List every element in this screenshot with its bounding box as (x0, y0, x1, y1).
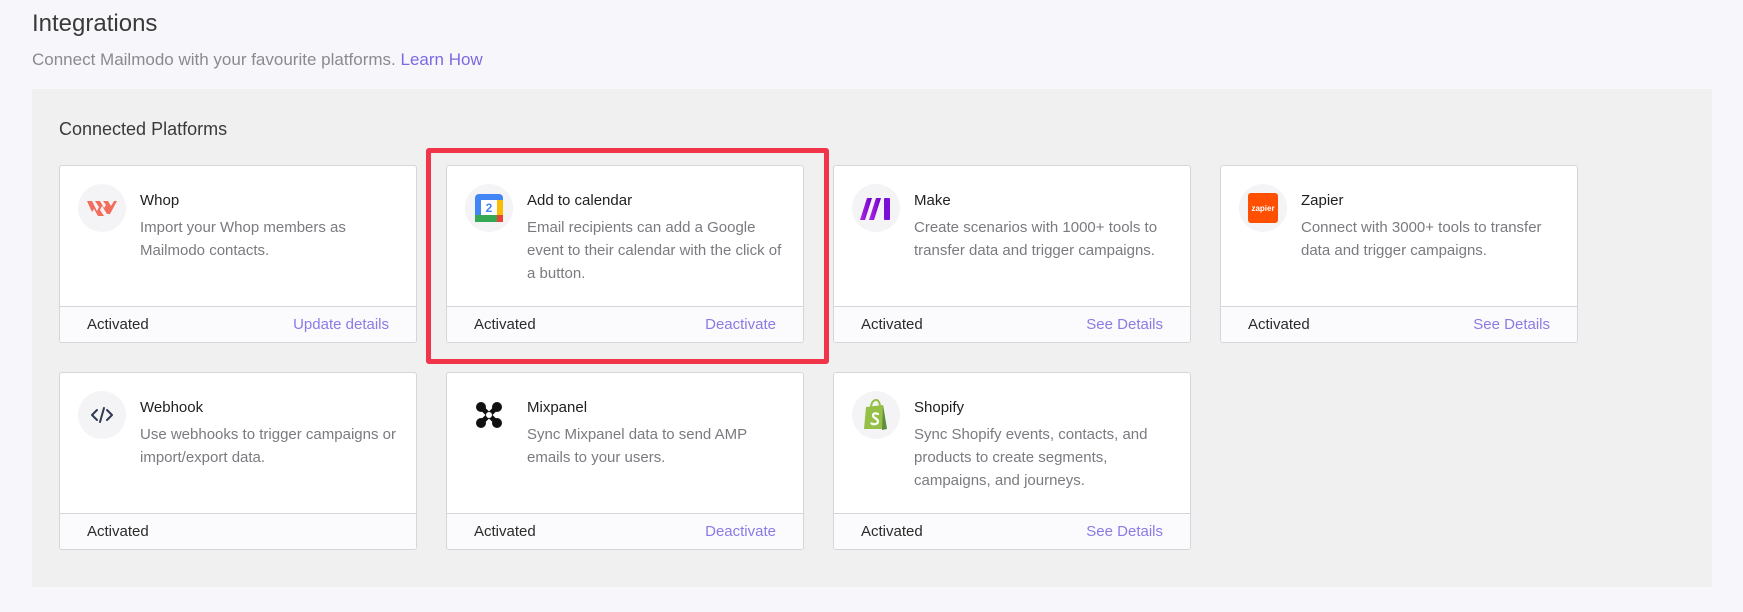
card-name: Make (914, 192, 951, 209)
integration-card-make: Make Create scenarios with 1000+ tools t… (833, 165, 1191, 343)
integrations-page: Integrations Connect Mailmodo with your … (0, 0, 1743, 612)
card-footer: Activated (60, 513, 416, 549)
integration-card-shopify: Shopify Sync Shopify events, contacts, a… (833, 372, 1191, 550)
learn-how-link[interactable]: Learn How (401, 50, 483, 69)
google-calendar-icon: 2 (465, 184, 513, 232)
card-description: Sync Mixpanel data to send AMP emails to… (527, 426, 747, 466)
card-name: Add to calendar (527, 192, 633, 209)
zapier-icon-text: zapier (1251, 204, 1274, 213)
card-description: Connect with 3000+ tools to transfer dat… (1301, 219, 1542, 259)
page-title: Integrations (32, 10, 158, 37)
integration-card-add-to-calendar: 2 Add to calendar Email recipients can a… (446, 165, 804, 343)
zapier-logo-icon: zapier (1239, 184, 1287, 232)
see-details-link[interactable]: See Details (1086, 523, 1163, 540)
deactivate-link[interactable]: Deactivate (705, 523, 776, 540)
mixpanel-logo-icon (465, 391, 513, 439)
card-footer: Activated Update details (60, 306, 416, 342)
card-name: Zapier (1301, 192, 1344, 209)
status-label: Activated (87, 523, 149, 540)
deactivate-link[interactable]: Deactivate (705, 316, 776, 333)
shopify-logo-icon (852, 391, 900, 439)
integration-card-mixpanel: Mixpanel Sync Mixpanel data to send AMP … (446, 372, 804, 550)
make-logo-icon (852, 184, 900, 232)
card-description: Import your Whop members as Mailmodo con… (140, 219, 346, 259)
update-details-link[interactable]: Update details (293, 316, 389, 333)
card-description: Email recipients can add a Google event … (527, 219, 782, 282)
card-description: Create scenarios with 1000+ tools to tra… (914, 219, 1158, 259)
status-label: Activated (87, 316, 149, 333)
card-name: Webhook (140, 399, 204, 416)
card-description: Sync Shopify events, contacts, and produ… (914, 426, 1148, 489)
calendar-icon-text: 2 (486, 201, 493, 215)
page-subtitle: Connect Mailmodo with your favourite pla… (32, 50, 483, 70)
status-label: Activated (861, 316, 923, 333)
subtitle-text: Connect Mailmodo with your favourite pla… (32, 50, 396, 69)
card-name: Whop (140, 192, 180, 209)
status-label: Activated (861, 523, 923, 540)
card-footer: Activated See Details (834, 306, 1190, 342)
status-label: Activated (474, 316, 536, 333)
integration-card-whop: Whop Import your Whop members as Mailmod… (59, 165, 417, 343)
status-label: Activated (1248, 316, 1310, 333)
integration-card-zapier: zapier Zapier Connect with 3000+ tools t… (1220, 165, 1578, 343)
card-footer: Activated Deactivate (447, 306, 803, 342)
see-details-link[interactable]: See Details (1473, 316, 1550, 333)
whop-logo-icon (78, 184, 126, 232)
webhook-code-icon (78, 391, 126, 439)
card-name: Shopify (914, 399, 965, 416)
section-title: Connected Platforms (59, 119, 228, 139)
status-label: Activated (474, 523, 536, 540)
see-details-link[interactable]: See Details (1086, 316, 1163, 333)
card-name: Mixpanel (527, 399, 588, 416)
card-footer: Activated See Details (1221, 306, 1577, 342)
integration-card-webhook: Webhook Use webhooks to trigger campaign… (59, 372, 417, 550)
card-footer: Activated Deactivate (447, 513, 803, 549)
card-footer: Activated See Details (834, 513, 1190, 549)
card-description: Use webhooks to trigger campaigns or imp… (140, 426, 396, 466)
